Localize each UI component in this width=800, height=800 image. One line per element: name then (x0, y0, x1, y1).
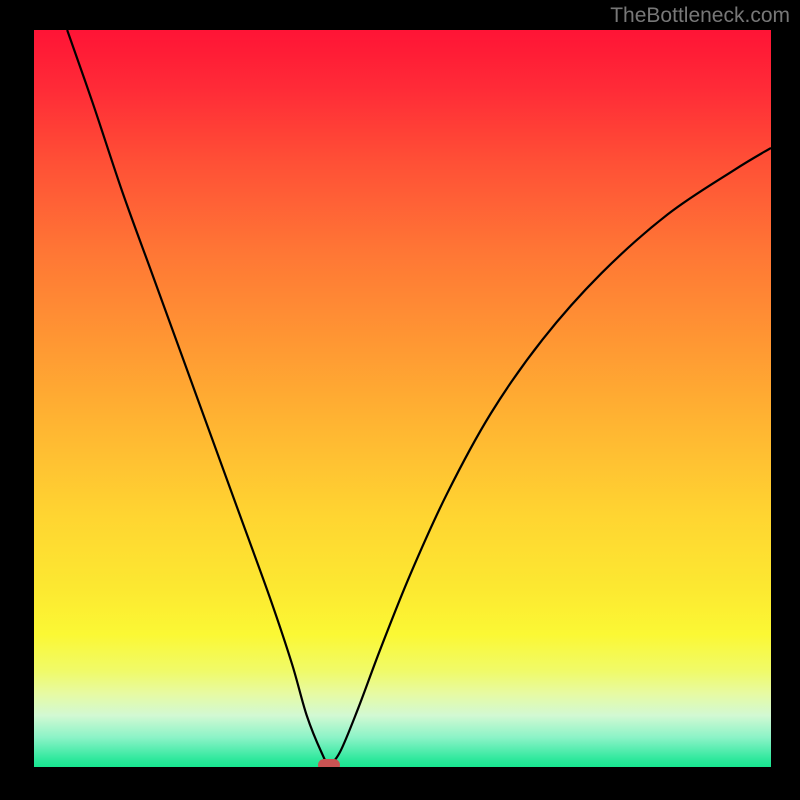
attribution-text: TheBottleneck.com (610, 4, 790, 28)
optimal-point-marker (318, 759, 340, 767)
bottleneck-curve (34, 30, 771, 767)
chart-plot-area (34, 30, 771, 767)
